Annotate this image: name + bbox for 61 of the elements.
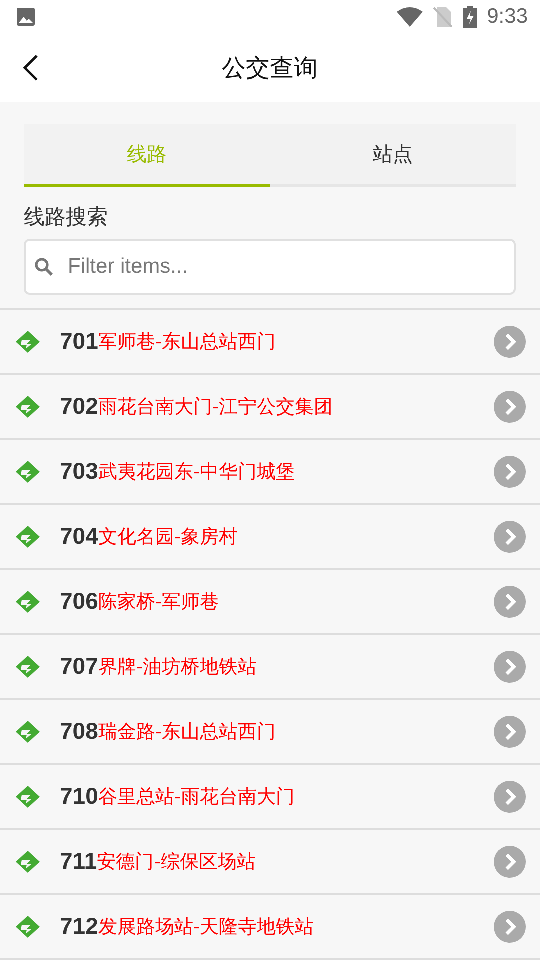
chevron-icon: [494, 390, 526, 422]
route-row[interactable]: 711安德门-综保区场站: [0, 830, 540, 895]
route-number: 708: [60, 718, 98, 745]
route-name: 界牌-油坊桥地铁站: [98, 654, 258, 680]
search-icon: [34, 257, 54, 277]
route-name: 军师巷-东山总站西门: [98, 330, 278, 354]
chevron-icon: [494, 716, 526, 748]
wifi-icon: [397, 7, 424, 27]
back-icon[interactable]: [22, 54, 40, 82]
route-row[interactable]: 706陈家桥-军师巷: [0, 570, 540, 635]
chevron-icon: [494, 326, 526, 358]
chevron-icon: [494, 846, 526, 878]
chevron-icon: [494, 780, 526, 812]
route-name: 安德门-综保区场站: [97, 850, 257, 874]
route-row[interactable]: 702雨花台南大门-江宁公交集团: [0, 375, 540, 440]
route-name: 文化名园-象房村: [98, 524, 240, 550]
route-name: 陈家桥-军师巷: [98, 590, 220, 614]
search-label: 线路搜索: [24, 204, 109, 231]
bus-logo-icon: [16, 656, 40, 678]
chevron-icon: [494, 586, 526, 618]
route-number: 702: [60, 393, 98, 420]
bus-logo-icon: [16, 916, 40, 938]
route-row[interactable]: 710谷里总站-雨花台南大门: [0, 765, 540, 830]
bus-logo-icon: [16, 720, 40, 742]
chevron-icon: [494, 520, 526, 552]
bus-logo-icon: [16, 396, 40, 418]
bus-logo-icon: [16, 786, 40, 808]
tab[interactable]: 站点: [270, 124, 516, 187]
bus-logo-icon: [16, 460, 40, 482]
route-name: 瑞金路-东山总站西门: [98, 720, 278, 744]
route-number: 707: [60, 653, 98, 680]
chevron-icon: [494, 650, 526, 682]
search-field[interactable]: Filter items...: [24, 239, 516, 295]
route-number: 706: [60, 588, 98, 615]
route-row[interactable]: 708瑞金路-东山总站西门: [0, 700, 540, 765]
bus-logo-icon: [16, 526, 40, 548]
route-row[interactable]: 712发展路场站-天隆寺地铁站: [0, 895, 540, 960]
bus-logo-icon: [16, 590, 40, 612]
battery-icon: [463, 6, 478, 28]
route-name: 谷里总站-雨花台南大门: [98, 784, 296, 810]
route-number: 704: [60, 523, 98, 550]
bus-logo-icon: [16, 850, 40, 872]
route-number: 711: [60, 848, 98, 875]
route-row[interactable]: 704文化名园-象房村: [0, 505, 540, 570]
route-name: 发展路场站-天隆寺地铁站: [98, 914, 316, 940]
status-time: 9:33: [487, 5, 528, 29]
route-name: 武夷花园东-中华门城堡: [98, 460, 296, 484]
route-name: 雨花台南大门-江宁公交集团: [98, 394, 334, 420]
page-title: 公交查询: [222, 53, 318, 84]
route-number: 703: [60, 458, 98, 485]
image-icon: [16, 7, 36, 27]
no-sim-icon: [433, 6, 454, 28]
route-number: 712: [60, 913, 98, 940]
route-number: 701: [60, 328, 98, 355]
chevron-icon: [494, 456, 526, 488]
route-row[interactable]: 701军师巷-东山总站西门: [0, 310, 540, 375]
bus-logo-icon: [16, 330, 40, 352]
route-number: 710: [60, 783, 98, 810]
route-row[interactable]: 703武夷花园东-中华门城堡: [0, 440, 540, 505]
chevron-icon: [494, 910, 526, 942]
route-row[interactable]: 707界牌-油坊桥地铁站: [0, 635, 540, 700]
